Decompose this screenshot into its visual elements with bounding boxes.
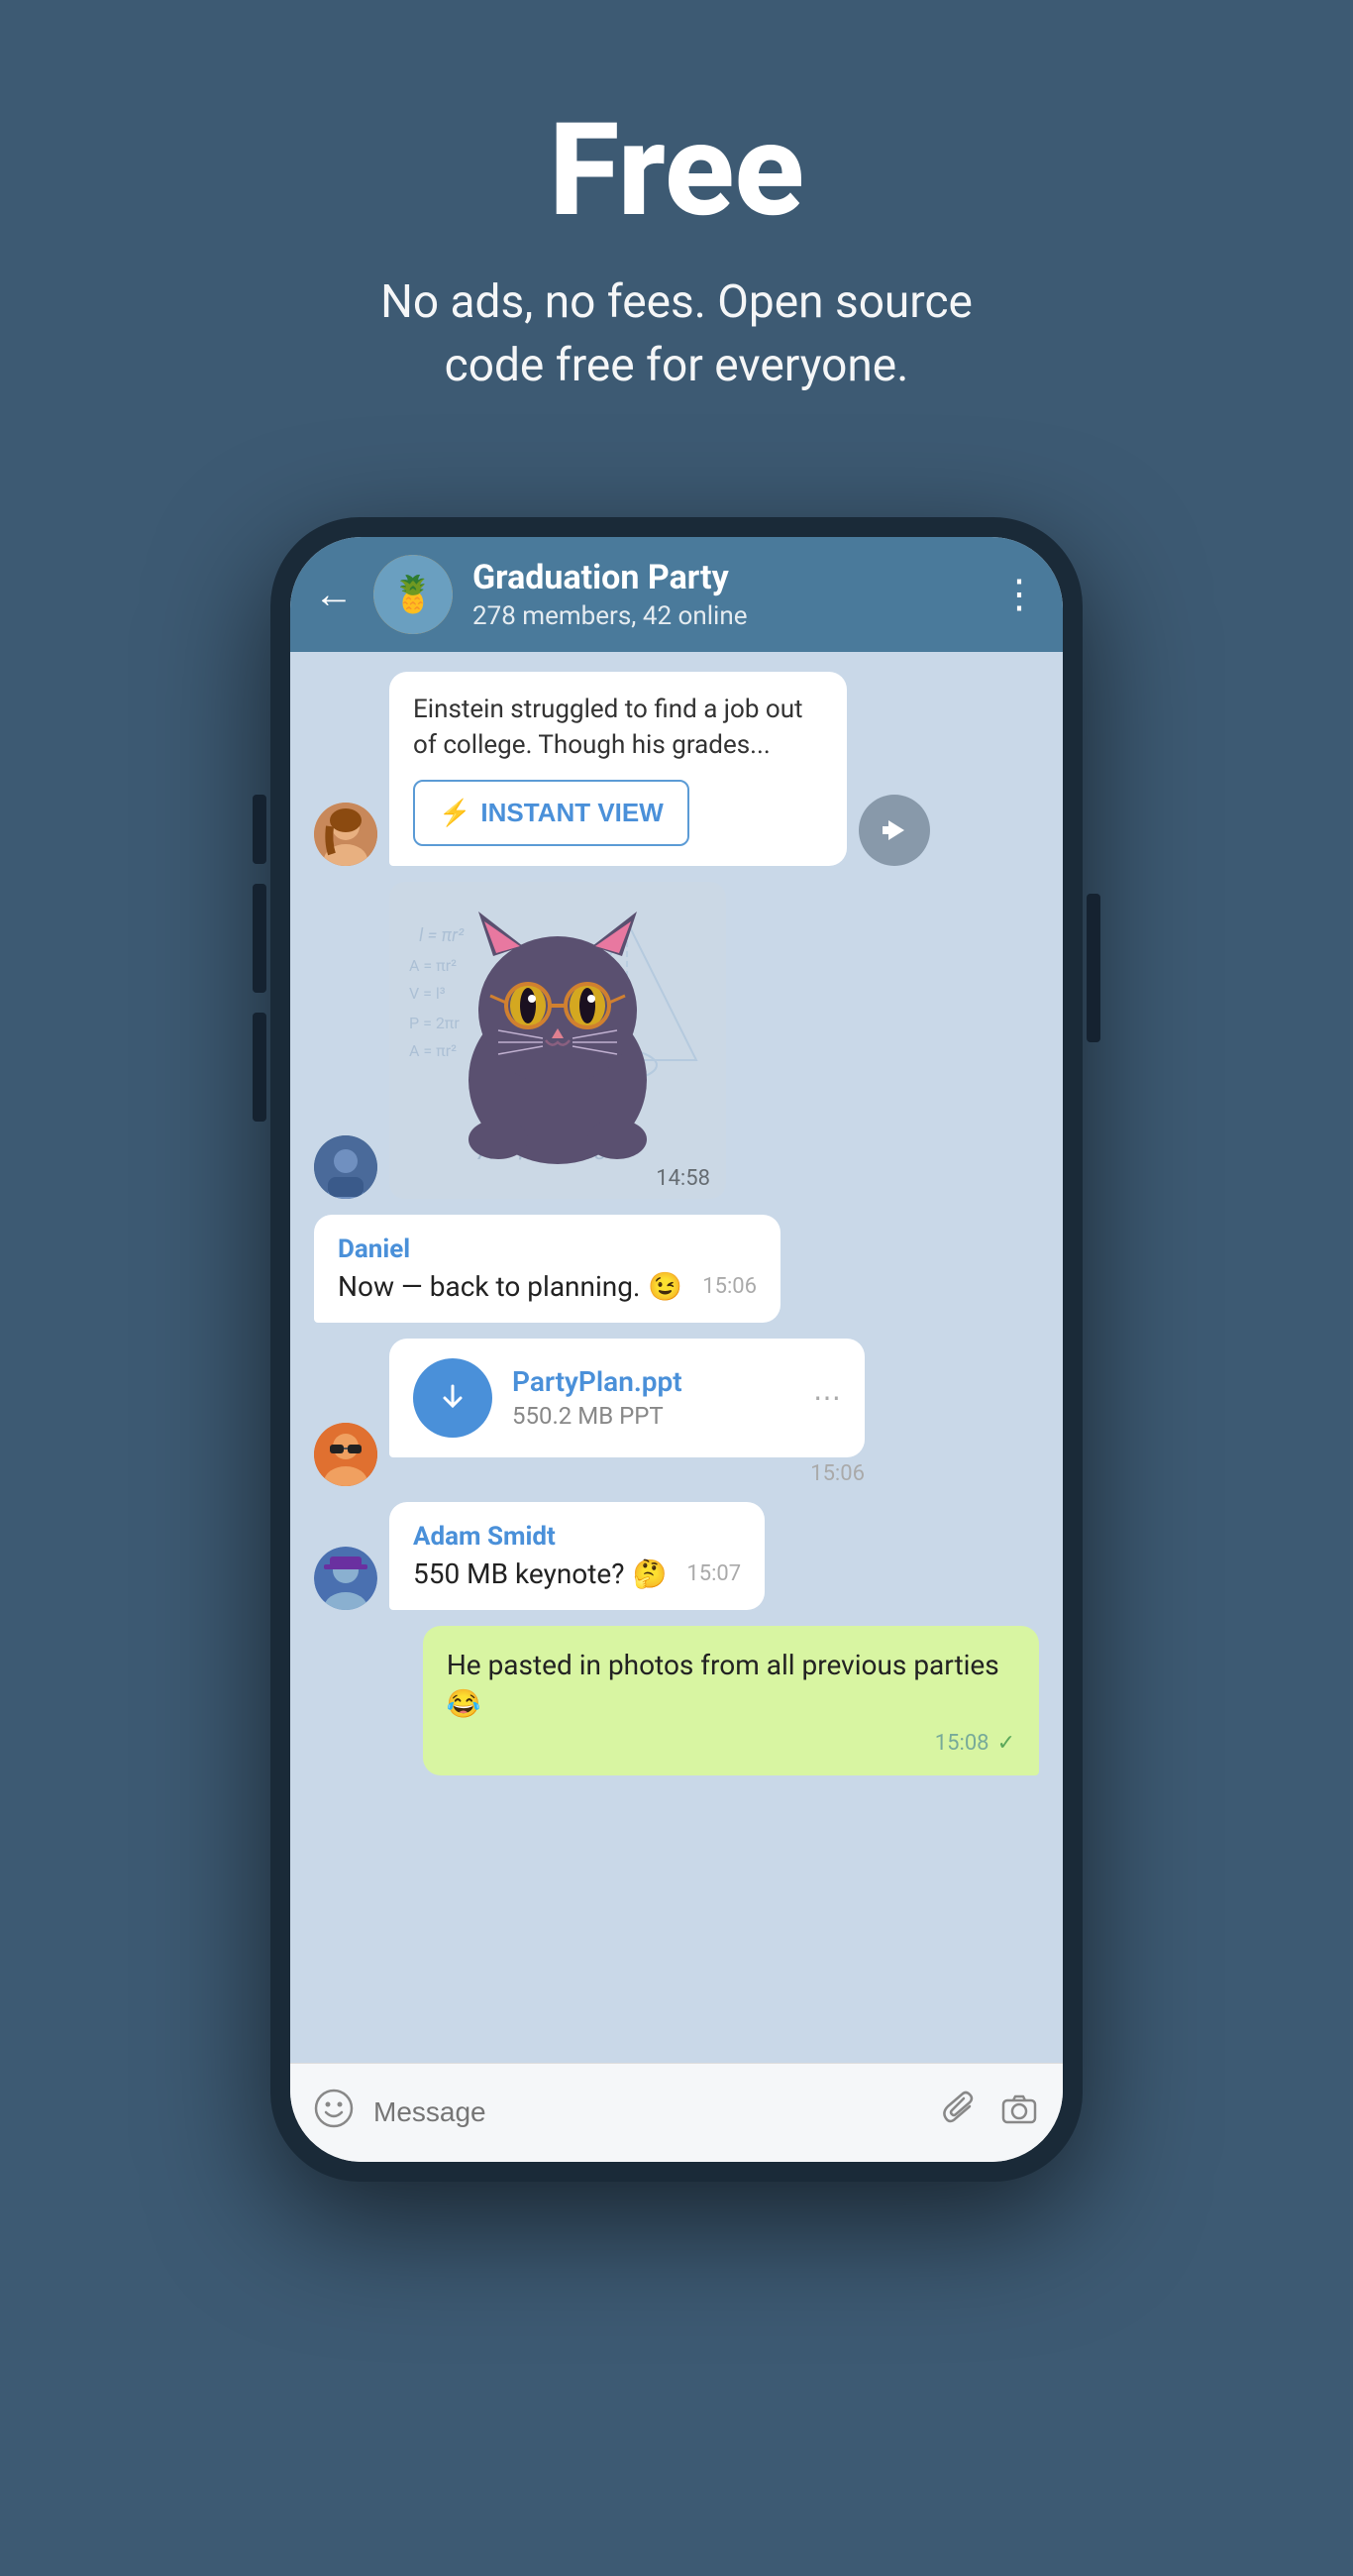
file-bubble: PartyPlan.ppt 550.2 MB PPT ⋯: [389, 1339, 865, 1457]
daniel-time: 15:06: [702, 1274, 757, 1299]
attach-button[interactable]: [940, 2089, 980, 2137]
own-timestamp: 15:08: [935, 1731, 989, 1756]
instant-view-button[interactable]: ⚡ INSTANT VIEW: [413, 780, 689, 846]
adam-bubble: Adam Smidt 550 MB keynote? 🤔 15:07: [389, 1502, 765, 1610]
sticker-message: l = πr² A = πr² V = l³ P = 2πr A = πr² s…: [314, 882, 726, 1199]
file-timestamp: 15:06: [810, 1461, 865, 1486]
group-avatar: 🍍: [373, 555, 453, 634]
volume-button-3[interactable]: [253, 1013, 266, 1122]
instant-view-label: INSTANT VIEW: [480, 798, 663, 828]
own-message-footer: 15:08 ✓: [447, 1731, 1015, 1756]
header-info: Graduation Party 278 members, 42 online: [472, 558, 980, 631]
message-input[interactable]: [373, 2096, 920, 2128]
camera-button[interactable]: [999, 2089, 1039, 2137]
group-status: 278 members, 42 online: [472, 601, 980, 631]
chat-body: Einstein struggled to find a job out of …: [290, 652, 1063, 2063]
file-name: PartyPlan.ppt: [512, 1365, 793, 1398]
emoji-button[interactable]: [314, 2089, 354, 2137]
phone-outer: ← 🍍 Graduation Party 278 members, 42 onl…: [270, 517, 1083, 2182]
adam-text: 550 MB keynote? 🤔 15:07: [413, 1557, 741, 1590]
svg-text:🍍: 🍍: [391, 574, 436, 615]
own-message: He pasted in photos from all previous pa…: [423, 1626, 1039, 1775]
sticker-timestamp: 14:58: [656, 1166, 710, 1191]
header-menu-button[interactable]: ⋮: [999, 571, 1039, 617]
read-checkmark: ✓: [997, 1731, 1015, 1756]
adam-avatar: [314, 1547, 377, 1610]
volume-button-2[interactable]: [253, 884, 266, 993]
instant-view-message: Einstein struggled to find a job out of …: [314, 672, 930, 866]
power-button[interactable]: [1087, 894, 1100, 1042]
file-size: 550.2 MB PPT: [512, 1402, 793, 1430]
sticker-container: l = πr² A = πr² V = l³ P = 2πr A = πr² s…: [389, 882, 726, 1199]
file-menu-button[interactable]: ⋯: [813, 1381, 841, 1414]
file-bubble-wrap: PartyPlan.ppt 550.2 MB PPT ⋯ 15:06: [389, 1339, 865, 1486]
sender-avatar-girl: [314, 803, 377, 866]
message-input-bar: [290, 2063, 1063, 2162]
adam-sender: Adam Smidt: [413, 1522, 741, 1552]
file-sender-avatar: [314, 1423, 377, 1486]
instant-view-content: Einstein struggled to find a job out of …: [389, 672, 847, 866]
thinking-emoji: 🤔: [633, 1557, 668, 1590]
instant-view-text: Einstein struggled to find a job out of …: [413, 692, 823, 764]
back-button[interactable]: ←: [314, 571, 354, 617]
hero-title: Free: [330, 99, 1023, 241]
share-button[interactable]: [859, 795, 930, 866]
daniel-text: Now — back to planning. 😉 15:06: [338, 1270, 757, 1303]
sticker-sender-avatar: [314, 1135, 377, 1199]
hero-section: Free No ads, no fees. Open source code f…: [270, 0, 1083, 458]
volume-button-1[interactable]: [253, 795, 266, 864]
group-name: Graduation Party: [472, 558, 980, 597]
own-bubble: He pasted in photos from all previous pa…: [423, 1626, 1039, 1775]
instant-view-bubble: Einstein struggled to find a job out of …: [389, 672, 847, 866]
file-download-button[interactable]: [413, 1358, 492, 1438]
daniel-message: Daniel Now — back to planning. 😉 15:06: [314, 1215, 781, 1323]
daniel-bubble: Daniel Now — back to planning. 😉 15:06: [314, 1215, 781, 1323]
own-text: He pasted in photos from all previous pa…: [447, 1646, 1015, 1723]
adam-message: Adam Smidt 550 MB keynote? 🤔 15:07: [314, 1502, 765, 1610]
daniel-sender: Daniel: [338, 1234, 757, 1264]
file-message-row: PartyPlan.ppt 550.2 MB PPT ⋯ 15:06: [314, 1339, 865, 1486]
chat-header: ← 🍍 Graduation Party 278 members, 42 onl…: [290, 537, 1063, 652]
cat-sticker: [419, 892, 696, 1179]
phone-wrapper: ← 🍍 Graduation Party 278 members, 42 onl…: [270, 517, 1083, 2182]
file-info: PartyPlan.ppt 550.2 MB PPT: [512, 1365, 793, 1430]
wink-emoji: 😉: [648, 1270, 682, 1303]
adam-time: 15:07: [686, 1561, 741, 1586]
hero-subtitle: No ads, no fees. Open source code free f…: [330, 270, 1023, 398]
file-time-wrap: 15:06: [389, 1461, 865, 1486]
phone-screen: ← 🍍 Graduation Party 278 members, 42 onl…: [290, 537, 1063, 2162]
lightning-icon: ⚡: [439, 798, 470, 828]
